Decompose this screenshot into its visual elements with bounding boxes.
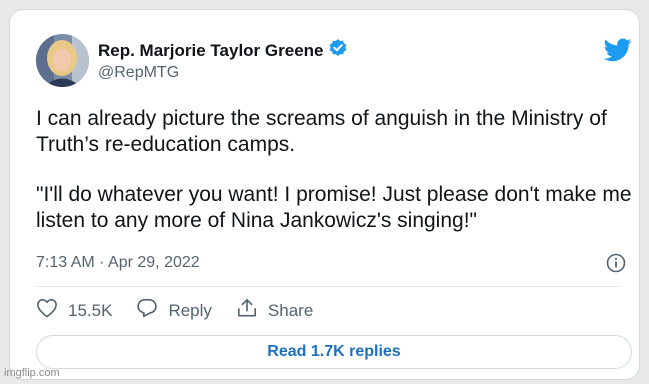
watermark: imgflip.com [4, 367, 60, 379]
tweet-card: Rep. Marjorie Taylor Greene @RepMTG I ca… [9, 9, 640, 380]
author-handle[interactable]: @RepMTG [98, 64, 179, 82]
action-bar: 15.5K Reply Share [36, 298, 337, 323]
tweet-text: I can already picture the screams of ang… [36, 106, 636, 234]
divider [36, 286, 621, 287]
like-count: 15.5K [68, 300, 113, 320]
info-icon[interactable] [606, 253, 626, 278]
tweet-timestamp[interactable]: 7:13 AM · Apr 29, 2022 [36, 254, 200, 272]
twitter-bird-icon[interactable] [603, 38, 632, 67]
tweet-paragraph: "I'll do whatever you want! I promise! J… [36, 183, 632, 232]
read-replies-button[interactable]: Read 1.7K replies [36, 335, 632, 369]
tweet-paragraph: I can already picture the screams of ang… [36, 107, 607, 156]
reply-label: Reply [168, 300, 212, 320]
reply-button[interactable]: Reply [136, 298, 212, 323]
share-label: Share [267, 300, 314, 320]
author-name[interactable]: Rep. Marjorie Taylor Greene [98, 41, 323, 61]
heart-icon [36, 298, 58, 323]
share-icon [236, 298, 258, 323]
reply-bubble-icon [136, 298, 158, 323]
share-button[interactable]: Share [236, 298, 313, 323]
like-button[interactable]: 15.5K [36, 298, 112, 323]
verified-badge-icon [328, 38, 348, 63]
avatar[interactable] [36, 34, 89, 87]
